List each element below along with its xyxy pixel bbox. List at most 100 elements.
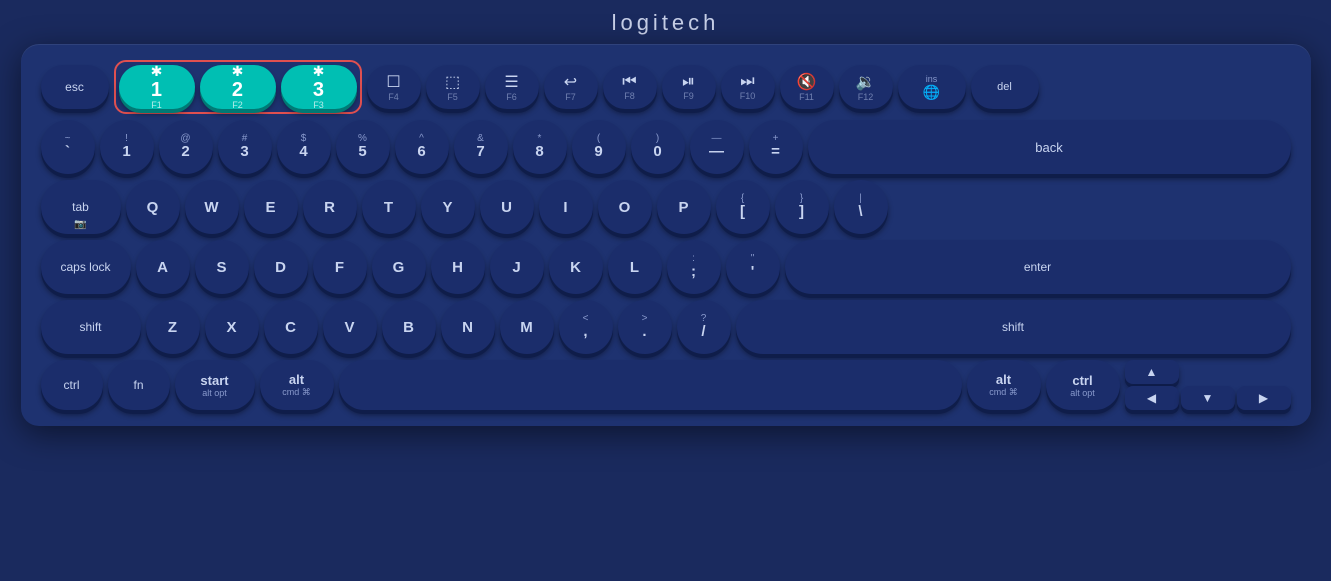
- 9-key[interactable]: ( 9: [572, 120, 626, 174]
- f6-key[interactable]: ☰ F6: [485, 65, 539, 109]
- ctrl-right-key[interactable]: ctrl alt opt: [1046, 360, 1120, 410]
- logo: logitech: [612, 10, 720, 36]
- x-key[interactable]: X: [205, 300, 259, 354]
- v-key[interactable]: V: [323, 300, 377, 354]
- s-key[interactable]: S: [195, 240, 249, 294]
- c-key[interactable]: C: [264, 300, 318, 354]
- g-key[interactable]: G: [372, 240, 426, 294]
- f12-icon: 🔉: [856, 72, 876, 92]
- f11-icon: 🔇: [797, 72, 817, 92]
- asdf-row: caps lock A S D F G H J K L : ; " ' ente…: [41, 240, 1291, 294]
- rbracket-key[interactable]: } ]: [775, 180, 829, 234]
- alt-left-key[interactable]: alt cmd ⌘: [260, 360, 334, 410]
- arrow-down-key[interactable]: ▼: [1181, 386, 1235, 410]
- f7-key[interactable]: ↩ F7: [544, 65, 598, 109]
- quote-key[interactable]: " ': [726, 240, 780, 294]
- w-key[interactable]: W: [185, 180, 239, 234]
- f4-key[interactable]: ☐ F4: [367, 65, 421, 109]
- enter-key[interactable]: enter: [785, 240, 1291, 294]
- alt-right-key[interactable]: alt cmd ⌘: [967, 360, 1041, 410]
- start-key[interactable]: start alt opt: [175, 360, 255, 410]
- o-key[interactable]: O: [598, 180, 652, 234]
- slash-key[interactable]: ? /: [677, 300, 731, 354]
- f9-key[interactable]: ⏯ F9: [662, 65, 716, 109]
- minus-key[interactable]: — —: [690, 120, 744, 174]
- arrow-right-key[interactable]: ▶: [1237, 386, 1291, 410]
- f8-key[interactable]: ⏮ F8: [603, 65, 657, 109]
- i-key[interactable]: I: [539, 180, 593, 234]
- 2-key[interactable]: @ 2: [159, 120, 213, 174]
- tab-key[interactable]: tab 📷: [41, 180, 121, 234]
- backspace-key[interactable]: back: [808, 120, 1291, 174]
- backslash-key[interactable]: | \: [834, 180, 888, 234]
- bt2-fn: F2: [232, 100, 243, 111]
- capslock-key[interactable]: caps lock: [41, 240, 131, 294]
- lbracket-key[interactable]: { [: [716, 180, 770, 234]
- f8-label: F8: [624, 91, 635, 101]
- bt2-num: 2: [232, 80, 243, 100]
- t-key[interactable]: T: [362, 180, 416, 234]
- ins-icon: 🌐: [923, 84, 940, 101]
- del-key[interactable]: del: [971, 65, 1039, 109]
- bt3-key[interactable]: ✱ 3 F3: [281, 65, 357, 109]
- bt3-num: 3: [313, 80, 324, 100]
- ins-key[interactable]: ins 🌐: [898, 65, 966, 109]
- f7-icon: ↩: [564, 72, 577, 92]
- tilde-key[interactable]: ~ `: [41, 120, 95, 174]
- 5-key[interactable]: % 5: [336, 120, 390, 174]
- f4-icon: ☐: [386, 72, 400, 92]
- bt1-key[interactable]: ✱ 1 F1: [119, 65, 195, 109]
- j-key[interactable]: J: [490, 240, 544, 294]
- b-key[interactable]: B: [382, 300, 436, 354]
- shift-left-key[interactable]: shift: [41, 300, 141, 354]
- z-key[interactable]: Z: [146, 300, 200, 354]
- 3-key[interactable]: # 3: [218, 120, 272, 174]
- 6-key[interactable]: ^ 6: [395, 120, 449, 174]
- bt3-fn: F3: [313, 100, 324, 111]
- equals-key[interactable]: + =: [749, 120, 803, 174]
- shift-right-key[interactable]: shift: [736, 300, 1291, 354]
- arrow-cluster: ▲ ◀ ▼ ▶: [1125, 360, 1291, 410]
- bt1-icon: ✱: [151, 63, 163, 80]
- 4-key[interactable]: $ 4: [277, 120, 331, 174]
- l-key[interactable]: L: [608, 240, 662, 294]
- space-key[interactable]: [339, 360, 962, 410]
- k-key[interactable]: K: [549, 240, 603, 294]
- esc-key[interactable]: esc: [41, 65, 109, 109]
- semicolon-key[interactable]: : ;: [667, 240, 721, 294]
- 7-key[interactable]: & 7: [454, 120, 508, 174]
- h-key[interactable]: H: [431, 240, 485, 294]
- 1-key[interactable]: ! 1: [100, 120, 154, 174]
- y-key[interactable]: Y: [421, 180, 475, 234]
- fn-key[interactable]: fn: [108, 360, 170, 410]
- f12-key[interactable]: 🔉 F12: [839, 65, 893, 109]
- r-key[interactable]: R: [303, 180, 357, 234]
- d-key[interactable]: D: [254, 240, 308, 294]
- comma-key[interactable]: < ,: [559, 300, 613, 354]
- f10-key[interactable]: ⏭ F10: [721, 65, 775, 109]
- f9-label: F9: [683, 91, 694, 101]
- arrow-up-key[interactable]: ▲: [1125, 360, 1179, 384]
- 0-key[interactable]: ) 0: [631, 120, 685, 174]
- arrow-left-key[interactable]: ◀: [1125, 386, 1179, 410]
- p-key[interactable]: P: [657, 180, 711, 234]
- n-key[interactable]: N: [441, 300, 495, 354]
- e-key[interactable]: E: [244, 180, 298, 234]
- f11-key[interactable]: 🔇 F11: [780, 65, 834, 109]
- u-key[interactable]: U: [480, 180, 534, 234]
- m-key[interactable]: M: [500, 300, 554, 354]
- arrow-row: ◀ ▼ ▶: [1125, 386, 1291, 410]
- bt2-key[interactable]: ✱ 2 F2: [200, 65, 276, 109]
- ctrl-left-key[interactable]: ctrl: [41, 360, 103, 410]
- period-key[interactable]: > .: [618, 300, 672, 354]
- f5-key[interactable]: ⬚ F5: [426, 65, 480, 109]
- q-key[interactable]: Q: [126, 180, 180, 234]
- f-key[interactable]: F: [313, 240, 367, 294]
- 8-key[interactable]: * 8: [513, 120, 567, 174]
- f7-label: F7: [565, 92, 576, 102]
- bt2-icon: ✱: [232, 63, 244, 80]
- a-key[interactable]: A: [136, 240, 190, 294]
- keyboard-body: esc ✱ 1 F1 ✱ 2 F2 ✱ 3: [21, 44, 1311, 426]
- f12-label: F12: [858, 92, 874, 102]
- camera-icon: 📷: [74, 219, 86, 230]
